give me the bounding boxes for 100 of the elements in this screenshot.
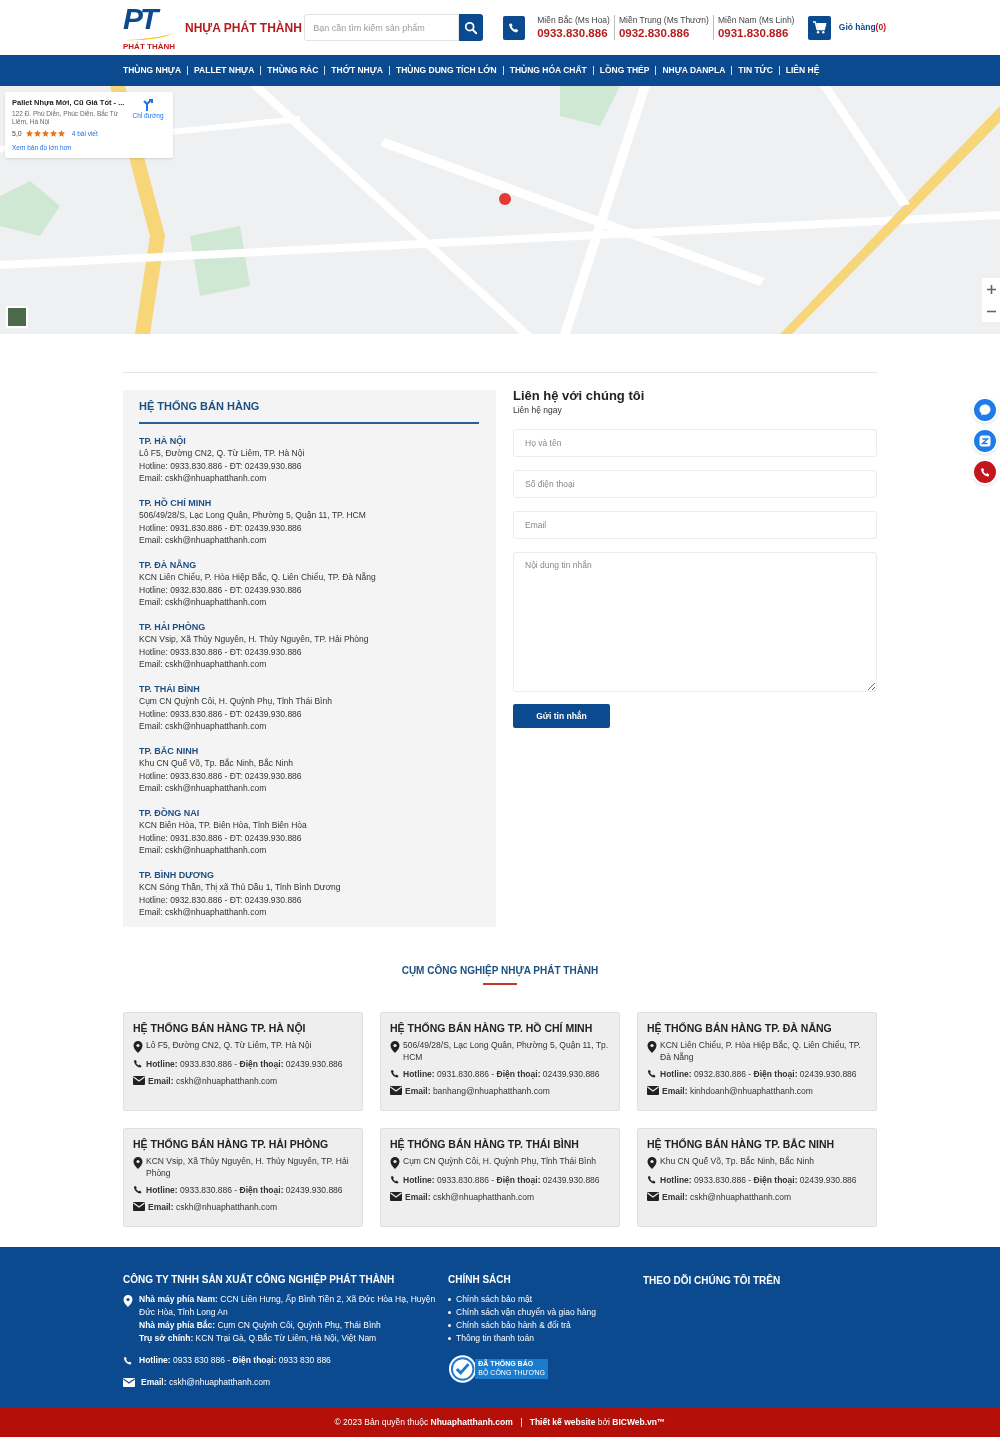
chat-square-icon xyxy=(979,435,991,447)
location-pin-icon xyxy=(390,1156,400,1169)
nav-link[interactable]: THÙNG DUNG TÍCH LỚN xyxy=(395,64,497,77)
branch-phones: Hotline: 0933.830.886 - ĐT: 02439.930.886 xyxy=(139,645,303,658)
chat-bubble-icon xyxy=(979,404,991,416)
footer-address: Nhà máy phía Nam: CCN Liên Hưng, Ấp Bình Tiền 2, Xã Đức Hòa Hạ, Huyện Đức Hòa, Tỉnh Long An xyxy=(139,1293,437,1319)
branch-city: TP. HỒ CHÍ MINH xyxy=(139,496,213,509)
branch-address: Cụm CN Quỳnh Côi, H. Quỳnh Phụ, Tỉnh Thái Bình xyxy=(139,695,333,708)
card-email: Email: cskh@nhuaphatthanh.com xyxy=(148,1200,278,1213)
card-email: Email: cskh@nhuaphatthanh.com xyxy=(405,1190,535,1203)
nav-link[interactable]: LỒNG THÉP xyxy=(599,64,650,77)
mail-icon xyxy=(390,1192,402,1202)
cart-link[interactable]: Giỏ hàng(0) xyxy=(838,21,886,34)
policy-link[interactable]: Chính sách bảo hành & đổi trả xyxy=(456,1319,571,1332)
branch-city: TP. BẮC NINH xyxy=(139,744,200,757)
card-email: Email: kinhdoanh@nhuaphatthanh.com xyxy=(662,1084,813,1097)
section-title: CỤM CÔNG NGHIỆP NHỰA PHÁT THÀNH xyxy=(401,963,599,978)
card-email: Email: banhang@nhuaphatthanh.com xyxy=(405,1084,550,1097)
input-field[interactable]: Họ và tên xyxy=(513,429,877,457)
messenger-button[interactable] xyxy=(972,397,998,423)
logo-caption: PHÁT THÀNH xyxy=(123,42,175,51)
card-address: Khu CN Quế Võ, Tp. Bắc Ninh, Bắc Ninh xyxy=(660,1154,814,1168)
footer-heading: THEO DÕI CHÚNG TÔI TRÊN xyxy=(643,1273,781,1288)
card-title: HỆ THỐNG BÁN HÀNG TP. BẮC NINH xyxy=(647,1137,836,1151)
footer-phones: Hotline: 0933 830 886 - Điện thoại: 0933 830 886 xyxy=(139,1354,331,1367)
nav-link[interactable]: TIN TỨC xyxy=(738,64,773,77)
nav-link[interactable]: PALLET NHỰA xyxy=(194,64,255,77)
branch-email: Email: cskh@nhuaphatthanh.com xyxy=(139,658,268,671)
submit-button[interactable]: Gửi tin nhắn xyxy=(513,704,610,728)
location-pin-icon xyxy=(133,1040,143,1053)
search-button[interactable] xyxy=(458,14,483,41)
location-pin-icon xyxy=(647,1156,657,1169)
mail-icon xyxy=(647,1086,659,1096)
card-title: HỆ THỐNG BÁN HÀNG TP. HẢI PHÒNG xyxy=(133,1137,330,1151)
branch-address: Lô F5, Đường CN2, Q. Từ Liêm, TP. Hà Nội xyxy=(139,447,306,460)
card-address: 506/49/28/S, Lạc Long Quân, Phường 5, Quận 11, Tp. HCM xyxy=(403,1038,610,1063)
zoom-in-icon[interactable] xyxy=(986,284,996,294)
branch-email: Email: cskh@nhuaphatthanh.com xyxy=(139,906,268,919)
mail-icon xyxy=(390,1086,402,1096)
phone-icon xyxy=(133,1058,143,1069)
hotline-number[interactable]: 0933.830.886 xyxy=(537,25,610,40)
card-email: Email: cskh@nhuaphatthanh.com xyxy=(148,1074,278,1087)
hotline-number[interactable]: 0931.830.886 xyxy=(717,25,795,40)
branch-address: Khu CN Quế Võ, Tp. Bắc Ninh, Bắc Ninh xyxy=(139,757,294,770)
nav-link[interactable]: THÙNG NHỰA xyxy=(123,64,182,77)
call-button[interactable] xyxy=(972,459,998,485)
mail-icon xyxy=(133,1076,145,1086)
policy-link[interactable]: Chính sách bảo mật xyxy=(456,1293,533,1306)
cart-badge[interactable] xyxy=(808,15,831,40)
form-title: Liên hệ với chúng tôi xyxy=(513,388,646,405)
card-title: HỆ THỐNG BÁN HÀNG TP. HÀ NỘI xyxy=(133,1021,307,1035)
card-phones: Hotline: 0933.830.886 - Điện thoại: 02439.930.886 xyxy=(403,1173,600,1186)
hotline-number[interactable]: 0932.830.886 xyxy=(618,25,709,40)
policy-link[interactable]: Thông tin thanh toán xyxy=(456,1332,534,1345)
satellite-thumbnail[interactable] xyxy=(6,306,28,328)
mail-icon xyxy=(647,1192,659,1202)
bullet-icon xyxy=(448,1337,451,1340)
footer-address: Trụ sở chính: KCN Trại Gà, Q.Bắc Từ Liêm, Hà Nội, Việt Nam xyxy=(139,1332,378,1345)
branch-city: TP. BÌNH DƯƠNG xyxy=(139,868,215,881)
phone-icon xyxy=(508,21,521,34)
message-field[interactable]: Nội dung tin nhắn xyxy=(513,552,877,692)
search-field[interactable]: Bạn cần tìm kiếm sản phẩm xyxy=(304,14,459,41)
cart-icon xyxy=(812,20,828,35)
hotline-region: Miền Trung (Ms Thươn) xyxy=(618,15,709,26)
nav-link[interactable]: THÙNG HÓA CHẤT xyxy=(509,64,587,77)
zoom-controls[interactable] xyxy=(982,278,1000,322)
input-field[interactable]: Email xyxy=(513,511,877,539)
branch-address: KCN Liên Chiểu, P. Hòa Hiệp Bắc, Q. Liên Chiểu, TP. Đà Nẵng xyxy=(139,571,377,584)
brand-name[interactable]: NHỰA PHÁT THÀNH xyxy=(185,18,302,37)
branch-city: TP. THÁI BÌNH xyxy=(139,682,201,695)
branch-email: Email: cskh@nhuaphatthanh.com xyxy=(139,782,268,795)
card-address: KCN Liên Chiểu, P. Hòa Hiệp Bắc, Q. Liên Chiểu, TP. Đà Nẵng xyxy=(660,1038,862,1063)
card-phones: Hotline: 0933.830.886 - Điện thoại: 02439.930.886 xyxy=(146,1057,343,1070)
phone-icon xyxy=(390,1174,400,1185)
card-address: Lô F5, Đường CN2, Q. Từ Liêm, TP. Hà Nội xyxy=(146,1038,312,1052)
branch-address: KCN Sóng Thần, Thị xã Thủ Dầu 1, Tỉnh Bình Dương xyxy=(139,881,342,894)
branch-phones: Hotline: 0932.830.886 - ĐT: 02439.930.886 xyxy=(139,893,303,906)
branch-phones: Hotline: 0933.830.886 - ĐT: 02439.930.886 xyxy=(139,459,303,472)
branch-email: Email: cskh@nhuaphatthanh.com xyxy=(139,472,268,485)
phone-icon xyxy=(647,1174,657,1185)
mail-icon xyxy=(133,1202,145,1212)
directions-icon xyxy=(142,97,154,111)
footer-email: Email: cskh@nhuaphatthanh.com xyxy=(141,1376,271,1389)
nav-link[interactable]: NHỰA DANPLA xyxy=(662,64,726,77)
branch-phones: Hotline: 0933.830.886 - ĐT: 02439.930.886 xyxy=(139,769,303,782)
nav-link[interactable]: LIÊN HỆ xyxy=(785,64,820,77)
branch-email: Email: cskh@nhuaphatthanh.com xyxy=(139,720,268,733)
card-address: KCN Vsip, Xã Thủy Nguyên, H. Thủy Nguyên, TP. Hải Phòng xyxy=(146,1154,350,1179)
branch-phones: Hotline: 0931.830.886 - ĐT: 02439.930.886 xyxy=(139,831,303,844)
policy-link[interactable]: Chính sách vận chuyển và giao hàng xyxy=(456,1306,596,1319)
branch-address: 506/49/28/S, Lạc Long Quân, Phường 5, Quận 11, TP. HCM xyxy=(139,509,367,522)
branch-phones: Hotline: 0933.830.886 - ĐT: 02439.930.886 xyxy=(139,707,303,720)
checkmark-seal-icon xyxy=(448,1354,478,1384)
phone-icon xyxy=(647,1068,657,1079)
zalo-button[interactable] xyxy=(972,428,998,454)
input-field[interactable]: Số điện thoại xyxy=(513,470,877,498)
location-pin-icon xyxy=(390,1040,400,1053)
nav-link[interactable]: THỚT NHỰA xyxy=(331,64,383,77)
nav-link[interactable]: THÙNG RÁC xyxy=(267,64,319,77)
hotline-region: Miền Bắc (Ms Hoa) xyxy=(537,15,610,26)
